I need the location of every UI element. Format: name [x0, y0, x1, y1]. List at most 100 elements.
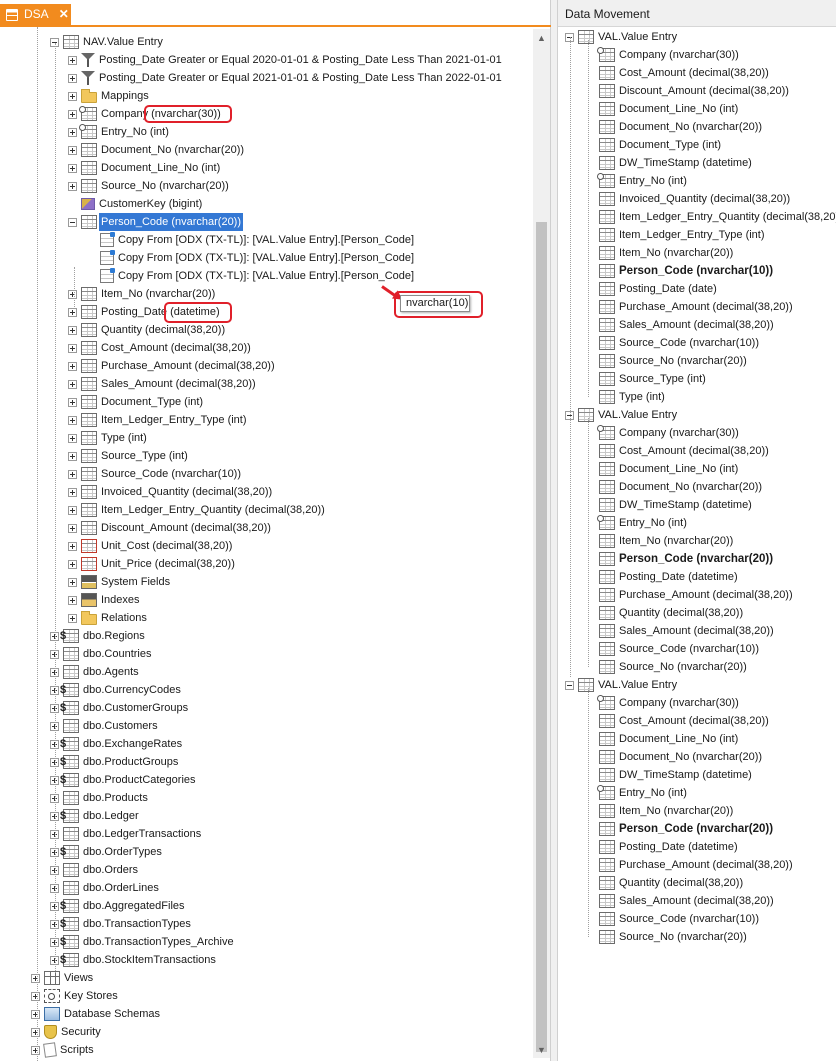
movement-field[interactable]: Item_No (nvarchar(20)) — [599, 532, 733, 550]
movement-field[interactable]: Document_Line_No (int) — [599, 730, 738, 748]
tree-item[interactable]: dbo.Products — [50, 789, 148, 807]
tree-item[interactable]: Document_Line_No (int) — [68, 159, 220, 177]
expand-icon[interactable] — [68, 361, 77, 371]
tree-item[interactable]: Item_Ledger_Entry_Quantity (decimal(38,2… — [68, 501, 325, 519]
movement-field[interactable]: Document_Type (int) — [599, 136, 721, 154]
movement-field[interactable]: Person_Code (nvarchar(20)) — [599, 550, 773, 568]
tree-item[interactable]: Posting_Date (datetime) — [68, 303, 220, 321]
movement-field[interactable]: Item_No (nvarchar(20)) — [599, 244, 733, 262]
project-tree[interactable]: NAV.Value Entry Posting_Date Greater or E… — [0, 27, 533, 1061]
expand-icon[interactable] — [68, 433, 77, 443]
tree-item[interactable]: dbo.ExchangeRates — [50, 735, 182, 753]
tree-item[interactable]: Item_Ledger_Entry_Type (int) — [68, 411, 247, 429]
movement-field[interactable]: Company (nvarchar(30)) — [597, 424, 739, 442]
movement-field[interactable]: Document_No (nvarchar(20)) — [599, 478, 762, 496]
tree-item[interactable]: Unit_Price (decimal(38,20)) — [68, 555, 235, 573]
movement-field[interactable]: Quantity (decimal(38,20)) — [599, 874, 743, 892]
expand-icon[interactable] — [31, 1009, 40, 1019]
movement-field[interactable]: Type (int) — [599, 388, 665, 406]
expand-icon[interactable] — [68, 163, 77, 173]
tree-item[interactable]: Quantity (decimal(38,20)) — [68, 321, 225, 339]
scroll-up-icon[interactable]: ▲ — [533, 29, 550, 46]
movement-field[interactable]: Cost_Amount (decimal(38,20)) — [599, 442, 769, 460]
movement-field[interactable]: Document_No (nvarchar(20)) — [599, 118, 762, 136]
expand-icon[interactable] — [68, 379, 77, 389]
tree-item[interactable]: dbo.LedgerTransactions — [50, 825, 201, 843]
tree-item[interactable]: Document_No (nvarchar(20)) — [68, 141, 244, 159]
expand-icon[interactable] — [68, 109, 77, 119]
movement-field[interactable]: Cost_Amount (decimal(38,20)) — [599, 712, 769, 730]
tree-item[interactable]: Key Stores — [31, 987, 118, 1005]
expand-icon[interactable] — [68, 415, 77, 425]
movement-field[interactable]: Person_Code (nvarchar(10)) — [599, 262, 773, 280]
movement-field[interactable]: Source_Code (nvarchar(10)) — [599, 640, 759, 658]
movement-field[interactable]: Purchase_Amount (decimal(38,20)) — [599, 856, 793, 874]
tree-item[interactable]: NAV.Value Entry — [50, 33, 163, 51]
movement-field[interactable]: Document_No (nvarchar(20)) — [599, 748, 762, 766]
tree-item[interactable]: dbo.Agents — [50, 663, 139, 681]
tree-item[interactable]: Scripts — [31, 1041, 94, 1059]
movement-field[interactable]: Entry_No (int) — [597, 514, 687, 532]
tree-item[interactable]: dbo.Customers — [50, 717, 158, 735]
movement-field[interactable]: Source_No (nvarchar(20)) — [599, 928, 747, 946]
expand-icon[interactable] — [68, 577, 77, 587]
tree-item[interactable]: dbo.TransactionTypes_Archive — [50, 933, 234, 951]
tree-item[interactable]: Posting_Date Greater or Equal 2020-01-01… — [68, 51, 502, 69]
tree-item[interactable]: Source_Type (int) — [68, 447, 188, 465]
movement-field[interactable]: Source_Code (nvarchar(10)) — [599, 334, 759, 352]
expand-icon[interactable] — [68, 595, 77, 605]
movement-field[interactable]: Sales_Amount (decimal(38,20)) — [599, 622, 774, 640]
movement-field[interactable]: Purchase_Amount (decimal(38,20)) — [599, 586, 793, 604]
expand-icon[interactable] — [68, 325, 77, 335]
tree-item[interactable]: Posting_Date Greater or Equal 2021-01-01… — [68, 69, 502, 87]
movement-group-header[interactable]: VAL.Value Entry — [565, 406, 677, 424]
tree-item[interactable]: Entry_No (int) — [68, 123, 169, 141]
close-icon[interactable]: ✕ — [59, 4, 69, 25]
movement-field[interactable]: Source_No (nvarchar(20)) — [599, 658, 747, 676]
tree-item[interactable]: Source_Code (nvarchar(10)) — [68, 465, 241, 483]
tree-item[interactable]: Person_Code (nvarchar(20)) — [68, 213, 244, 231]
tree-item[interactable]: dbo.ProductCategories — [50, 771, 196, 789]
expand-icon[interactable] — [68, 289, 77, 299]
tree-item[interactable]: Source_No (nvarchar(20)) — [68, 177, 229, 195]
movement-field[interactable]: Document_Line_No (int) — [599, 460, 738, 478]
movement-group-header[interactable]: VAL.Value Entry — [565, 676, 677, 694]
expand-icon[interactable] — [68, 505, 77, 515]
tree-item[interactable]: dbo.AggregatedFiles — [50, 897, 185, 915]
tree-item[interactable]: Indexes — [68, 591, 140, 609]
movement-field[interactable]: Person_Code (nvarchar(20)) — [599, 820, 773, 838]
tree-item[interactable]: dbo.CurrencyCodes — [50, 681, 181, 699]
tree-item[interactable]: dbo.Ledger — [50, 807, 139, 825]
expand-icon[interactable] — [68, 307, 77, 317]
movement-field[interactable]: Entry_No (int) — [597, 172, 687, 190]
tree-item[interactable]: dbo.OrderLines — [50, 879, 159, 897]
tree-item[interactable]: Purchase_Amount (decimal(38,20)) — [68, 357, 275, 375]
expand-icon[interactable] — [68, 397, 77, 407]
expand-icon[interactable] — [68, 127, 77, 137]
collapse-icon[interactable] — [68, 217, 77, 227]
movement-field[interactable]: Company (nvarchar(30)) — [597, 694, 739, 712]
scrollbar-thumb[interactable] — [536, 222, 547, 1052]
movement-field[interactable]: Document_Line_No (int) — [599, 100, 738, 118]
tree-item[interactable]: Copy From [ODX (TX-TL)]: [VAL.Value Entr… — [87, 249, 414, 267]
tree-item[interactable]: dbo.CustomerGroups — [50, 699, 188, 717]
movement-field[interactable]: Source_No (nvarchar(20)) — [599, 352, 747, 370]
tree-item[interactable]: Copy From [ODX (TX-TL)]: [VAL.Value Entr… — [87, 267, 414, 285]
expand-icon[interactable] — [31, 973, 40, 983]
tree-item[interactable]: System Fields — [68, 573, 170, 591]
movement-field[interactable]: Item_No (nvarchar(20)) — [599, 802, 733, 820]
tree-item[interactable]: Database Schemas — [31, 1005, 160, 1023]
movement-field[interactable]: Sales_Amount (decimal(38,20)) — [599, 892, 774, 910]
expand-icon[interactable] — [31, 1027, 40, 1037]
tab-dsa[interactable]: DSA ✕ — [0, 4, 71, 25]
tree-item[interactable]: Company (nvarchar(30)) — [68, 105, 221, 123]
expand-icon[interactable] — [68, 469, 77, 479]
expand-icon[interactable] — [68, 343, 77, 353]
expand-icon[interactable] — [68, 91, 77, 101]
movement-field[interactable]: Source_Type (int) — [599, 370, 706, 388]
movement-field[interactable]: DW_TimeStamp (datetime) — [599, 496, 752, 514]
tree-item[interactable]: dbo.Orders — [50, 861, 138, 879]
movement-field[interactable]: Item_Ledger_Entry_Quantity (decimal(38,2… — [599, 208, 836, 226]
movement-field[interactable]: Cost_Amount (decimal(38,20)) — [599, 64, 769, 82]
movement-group-header[interactable]: VAL.Value Entry — [565, 28, 677, 46]
